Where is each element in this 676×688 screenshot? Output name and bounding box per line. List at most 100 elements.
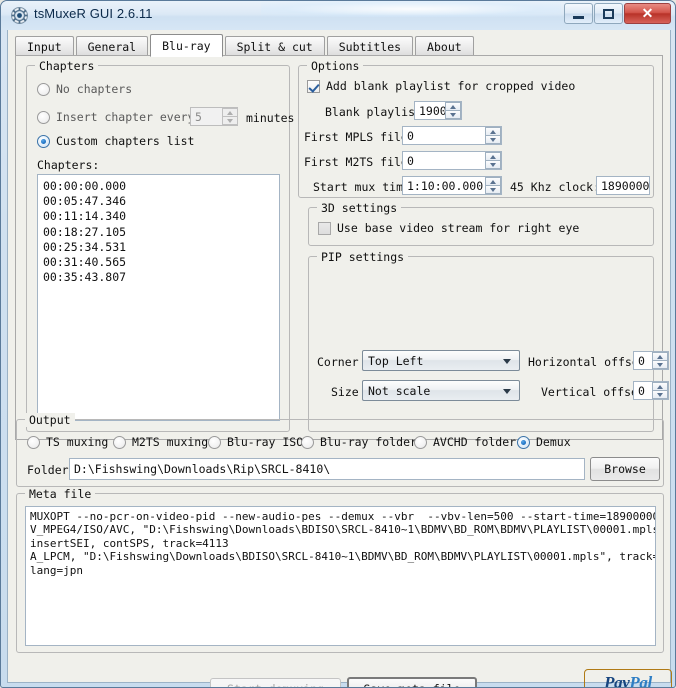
blank-playlist-label: Blank playlist (325, 105, 422, 119)
first-m2ts-stepper[interactable] (485, 152, 501, 169)
caret-up-icon (450, 104, 456, 109)
caret-up-icon (657, 384, 663, 389)
meta-file-group-label: Meta file (25, 487, 96, 501)
three-d-settings-group: 3D settings Use base video stream for ri… (308, 201, 654, 246)
first-mpls-stepper[interactable] (485, 127, 501, 144)
stepper-up-button[interactable] (485, 127, 501, 136)
meta-file-textarea[interactable]: MUXOPT --no-pcr-on-video-pid --new-audio… (25, 506, 656, 646)
list-item[interactable]: 00:05:47.346 (43, 194, 279, 209)
size-label: Size (331, 385, 359, 399)
paypal-pay-text: Pay (604, 673, 630, 688)
list-item[interactable]: 00:31:40.565 (43, 255, 279, 270)
radio-demux[interactable]: Demux (517, 435, 571, 449)
tab-input[interactable]: Input (15, 36, 74, 56)
chapters-group-label: Chapters (35, 59, 99, 73)
radio-insert-chapter-every[interactable]: Insert chapter every (37, 110, 194, 124)
caret-up-icon (227, 110, 233, 115)
tab-general[interactable]: General (75, 36, 149, 56)
list-item[interactable]: 00:00:00.000 (43, 179, 279, 194)
start-demuxing-button[interactable]: Start demuxing (210, 678, 341, 687)
checkbox-box-icon (318, 221, 331, 235)
first-m2ts-label: First M2TS file (304, 155, 408, 169)
blank-playlist-stepper[interactable] (445, 102, 461, 119)
pip-group-label: PIP settings (317, 250, 409, 264)
list-item[interactable]: 00:18:27.105 (43, 225, 279, 240)
clock-label: 45 Khz clock: (510, 180, 601, 194)
save-meta-file-button[interactable]: Save meta file (347, 677, 477, 687)
maximize-button[interactable] (594, 3, 623, 24)
start-mux-time-stepper[interactable] (485, 177, 501, 194)
stepper-up-button[interactable] (222, 108, 238, 117)
stepper-down-button[interactable] (652, 391, 668, 399)
radio-dot-icon (113, 435, 126, 449)
tab-split-and-cut[interactable]: Split & cut (224, 36, 325, 56)
m2ts-muxing-label: M2TS muxing (132, 435, 209, 449)
radio-blu-ray-folder[interactable]: Blu-ray folder (301, 435, 417, 449)
checkbox-use-base-video-stream[interactable]: Use base video stream for right eye (318, 221, 579, 235)
corner-select-value: Top Left (368, 353, 424, 368)
caret-down-icon (490, 137, 496, 142)
chapters-listbox[interactable]: 00:00:00.000 00:05:47.346 00:11:14.340 0… (37, 174, 280, 421)
list-item[interactable]: 00:11:14.340 (43, 209, 279, 224)
clock-value-input[interactable]: 189000000 (596, 176, 650, 195)
radio-m2ts-muxing[interactable]: M2TS muxing (113, 435, 208, 449)
pip-settings-group: PIP settings Corner Top Left Horizontal … (308, 250, 669, 432)
radio-ts-muxing[interactable]: TS muxing (27, 435, 108, 449)
radio-dot-icon (517, 435, 530, 449)
stepper-up-button[interactable] (485, 152, 501, 161)
gear-icon (11, 7, 28, 24)
radio-blu-ray-iso[interactable]: Blu-ray ISO (208, 435, 303, 449)
title-bar: tsMuxeR GUI 2.6.11 ✕ (1, 1, 675, 30)
checkbox-box-icon (307, 79, 320, 93)
stepper-down-button[interactable] (485, 136, 501, 144)
stepper-down-button[interactable] (485, 186, 501, 194)
radio-dot-icon (301, 435, 314, 449)
radio-no-chapters[interactable]: No chapters (37, 82, 132, 96)
minimize-button[interactable] (564, 3, 593, 24)
chevron-down-icon (503, 388, 511, 394)
close-button[interactable]: ✕ (624, 3, 671, 24)
radio-avchd-folder[interactable]: AVCHD folder (414, 435, 516, 449)
radio-dot-icon (37, 134, 50, 148)
vertical-offset-stepper[interactable] (652, 382, 668, 399)
stepper-up-button[interactable] (445, 102, 461, 111)
stepper-up-button[interactable] (485, 177, 501, 186)
list-item[interactable]: 00:35:43.807 (43, 270, 279, 285)
insert-every-minutes-stepper[interactable] (222, 108, 238, 125)
radio-insert-every-label: Insert chapter every (56, 110, 195, 124)
corner-select[interactable]: Top Left (362, 350, 520, 371)
size-select[interactable]: Not scale (362, 380, 520, 401)
caret-up-icon (490, 154, 496, 159)
folder-input[interactable]: D:\Fishswing\Downloads\Rip\SRCL-8410\ (69, 458, 585, 480)
checkbox-add-blank-playlist[interactable]: Add blank playlist for cropped video (307, 79, 575, 93)
titlebar-glow (261, 1, 561, 17)
tab-subtitles[interactable]: Subtitles (326, 36, 414, 56)
application-window: tsMuxeR GUI 2.6.11 ✕ Input General Blu-r… (0, 0, 676, 688)
tab-about[interactable]: About (415, 36, 474, 56)
stepper-up-button[interactable] (652, 382, 668, 391)
radio-dot-icon (37, 82, 50, 96)
caret-up-icon (657, 354, 663, 359)
horizontal-offset-stepper[interactable] (652, 352, 668, 369)
vertical-offset-label: Vertical offset (541, 385, 645, 399)
paypal-donate-button[interactable]: PayPal Donate (584, 669, 672, 688)
caret-down-icon (490, 162, 496, 167)
radio-dot-icon (37, 110, 50, 124)
stepper-down-button[interactable] (485, 161, 501, 169)
browse-button[interactable]: Browse (590, 457, 660, 481)
minimize-icon (573, 15, 584, 19)
stepper-down-button[interactable] (652, 361, 668, 369)
stepper-down-button[interactable] (222, 117, 238, 125)
output-group: Output TS muxing M2TS muxing Blu-ray ISO… (16, 413, 664, 487)
demux-label: Demux (536, 435, 571, 449)
tab-blu-ray[interactable]: Blu-ray (150, 34, 223, 57)
paypal-pal-text: Pal (629, 673, 652, 688)
stepper-down-button[interactable] (445, 111, 461, 119)
chapters-group: Chapters No chapters Insert chapter ever… (26, 59, 294, 432)
stepper-up-button[interactable] (652, 352, 668, 361)
client-area: Input General Blu-ray Split & cut Subtit… (7, 30, 672, 687)
radio-custom-chapters-list[interactable]: Custom chapters list (37, 134, 194, 148)
caret-up-icon (490, 179, 496, 184)
list-item[interactable]: 00:25:34.531 (43, 240, 279, 255)
meta-line: insertSEI, contSPS, track=4113 (30, 536, 229, 550)
